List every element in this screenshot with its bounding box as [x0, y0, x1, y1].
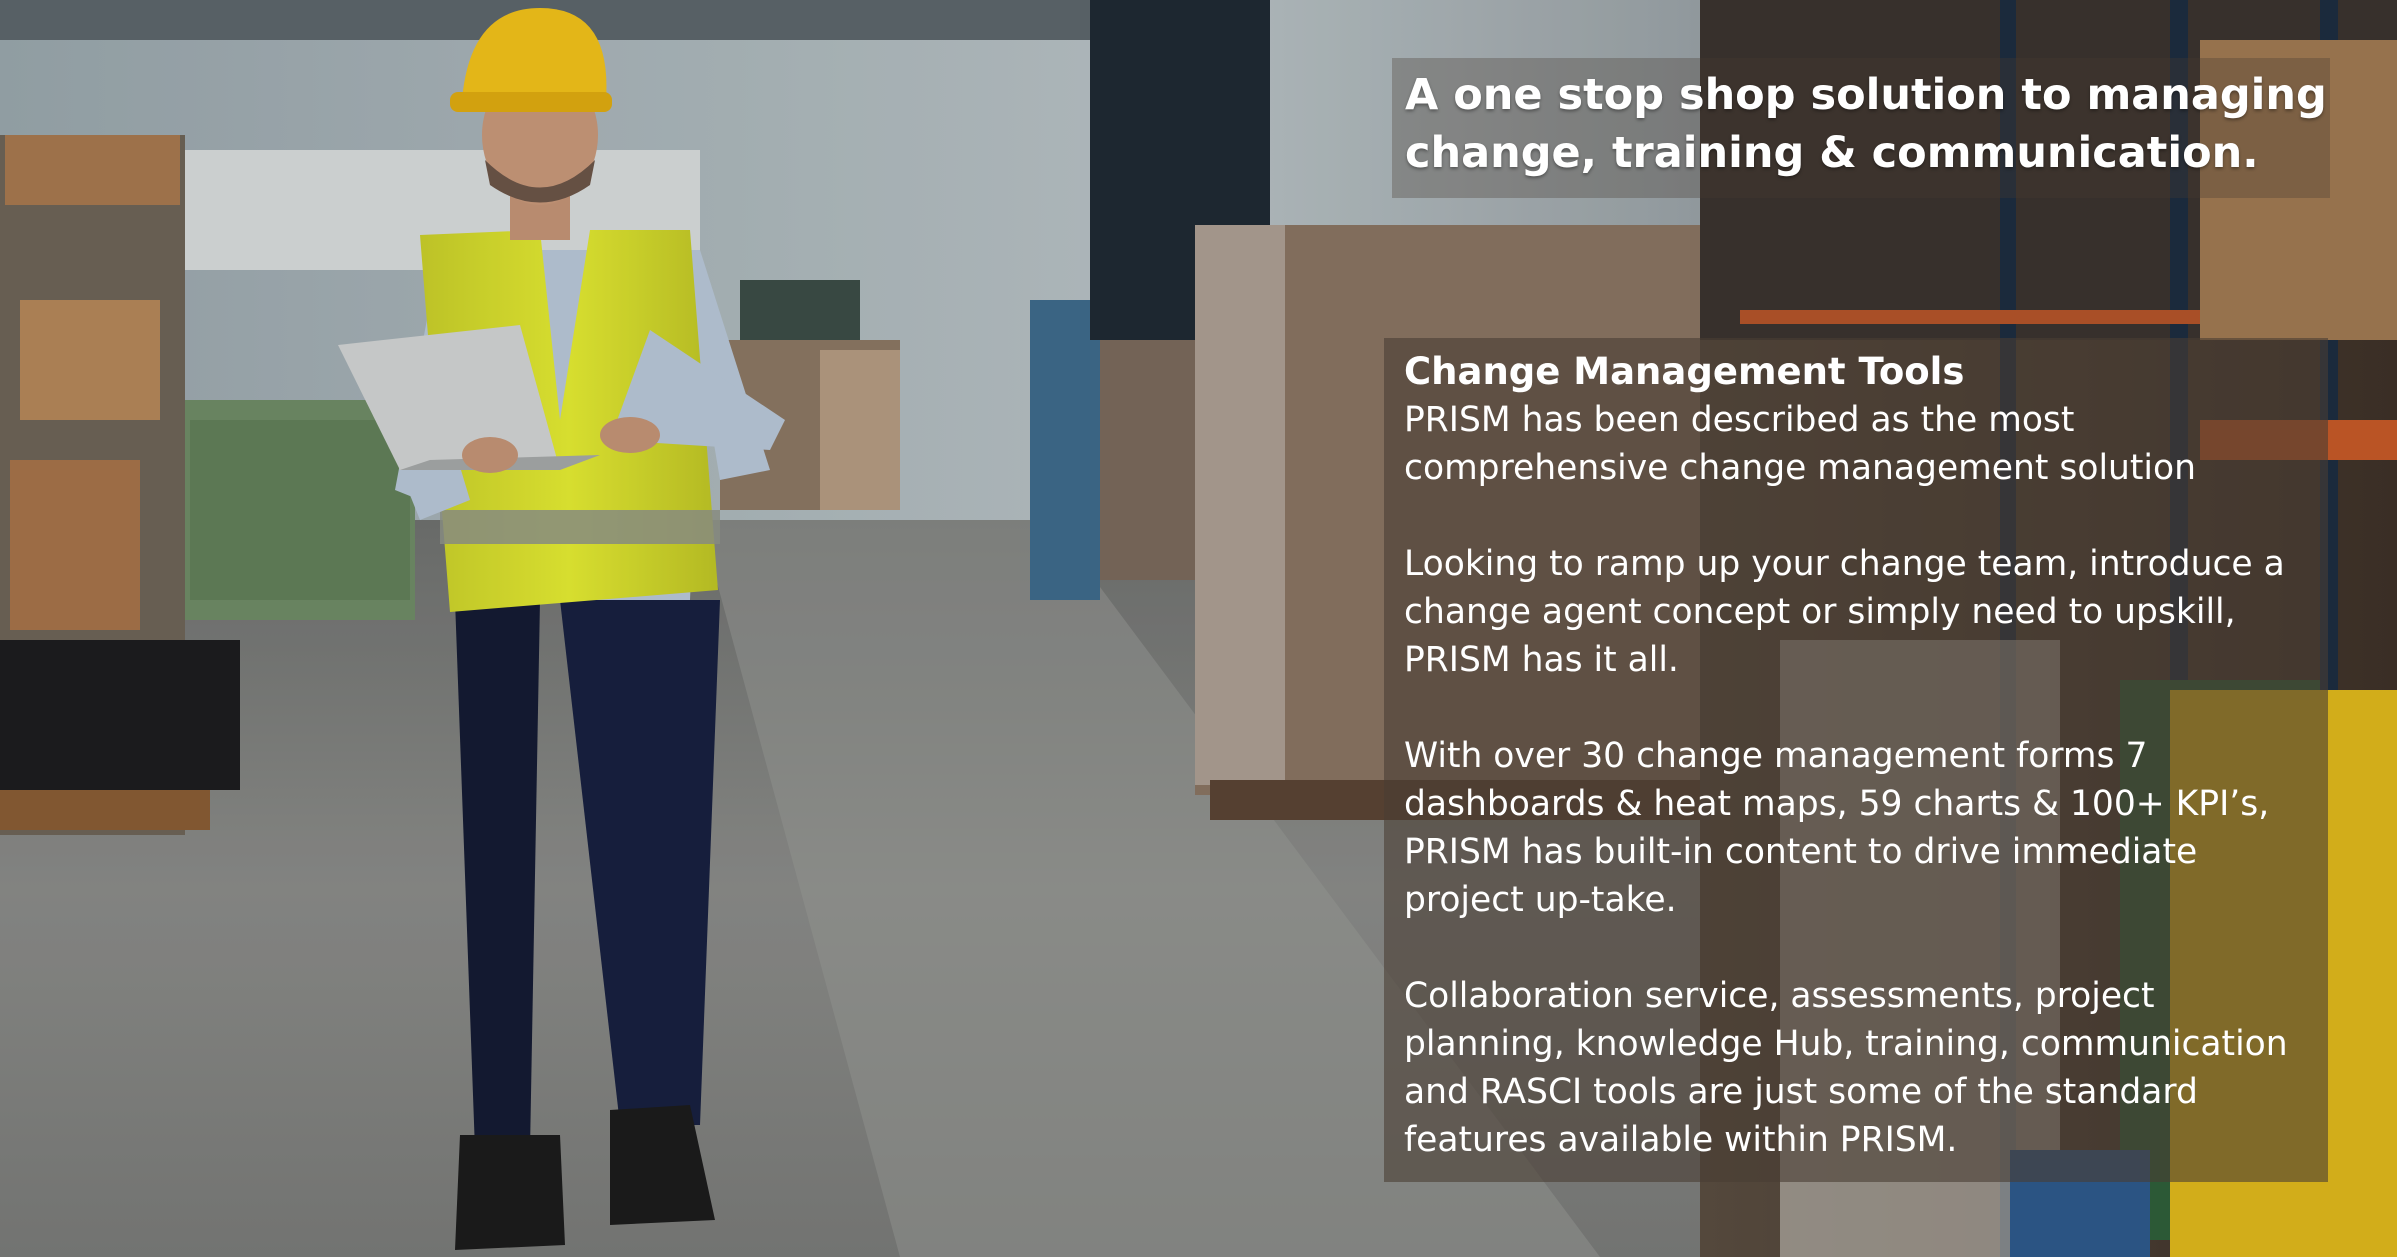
panel-title: Change Management Tools	[1404, 350, 1965, 393]
panel-paragraph: PRISM has been described as the most com…	[1404, 400, 2196, 488]
headline: A one stop shop solution to managing cha…	[1405, 66, 2335, 182]
headline-line-1: A one stop shop solution to managing	[1405, 70, 2327, 120]
panel-paragraph: Looking to ramp up your change team, int…	[1404, 544, 2285, 680]
panel-paragraph: With over 30 change management forms 7 d…	[1404, 736, 2270, 920]
info-panel-content: Change Management Tools PRISM has been d…	[1404, 348, 2324, 1164]
panel-paragraph: Collaboration service, assessments, proj…	[1404, 976, 2288, 1160]
headline-line-2: change, training & communication.	[1405, 128, 2259, 178]
